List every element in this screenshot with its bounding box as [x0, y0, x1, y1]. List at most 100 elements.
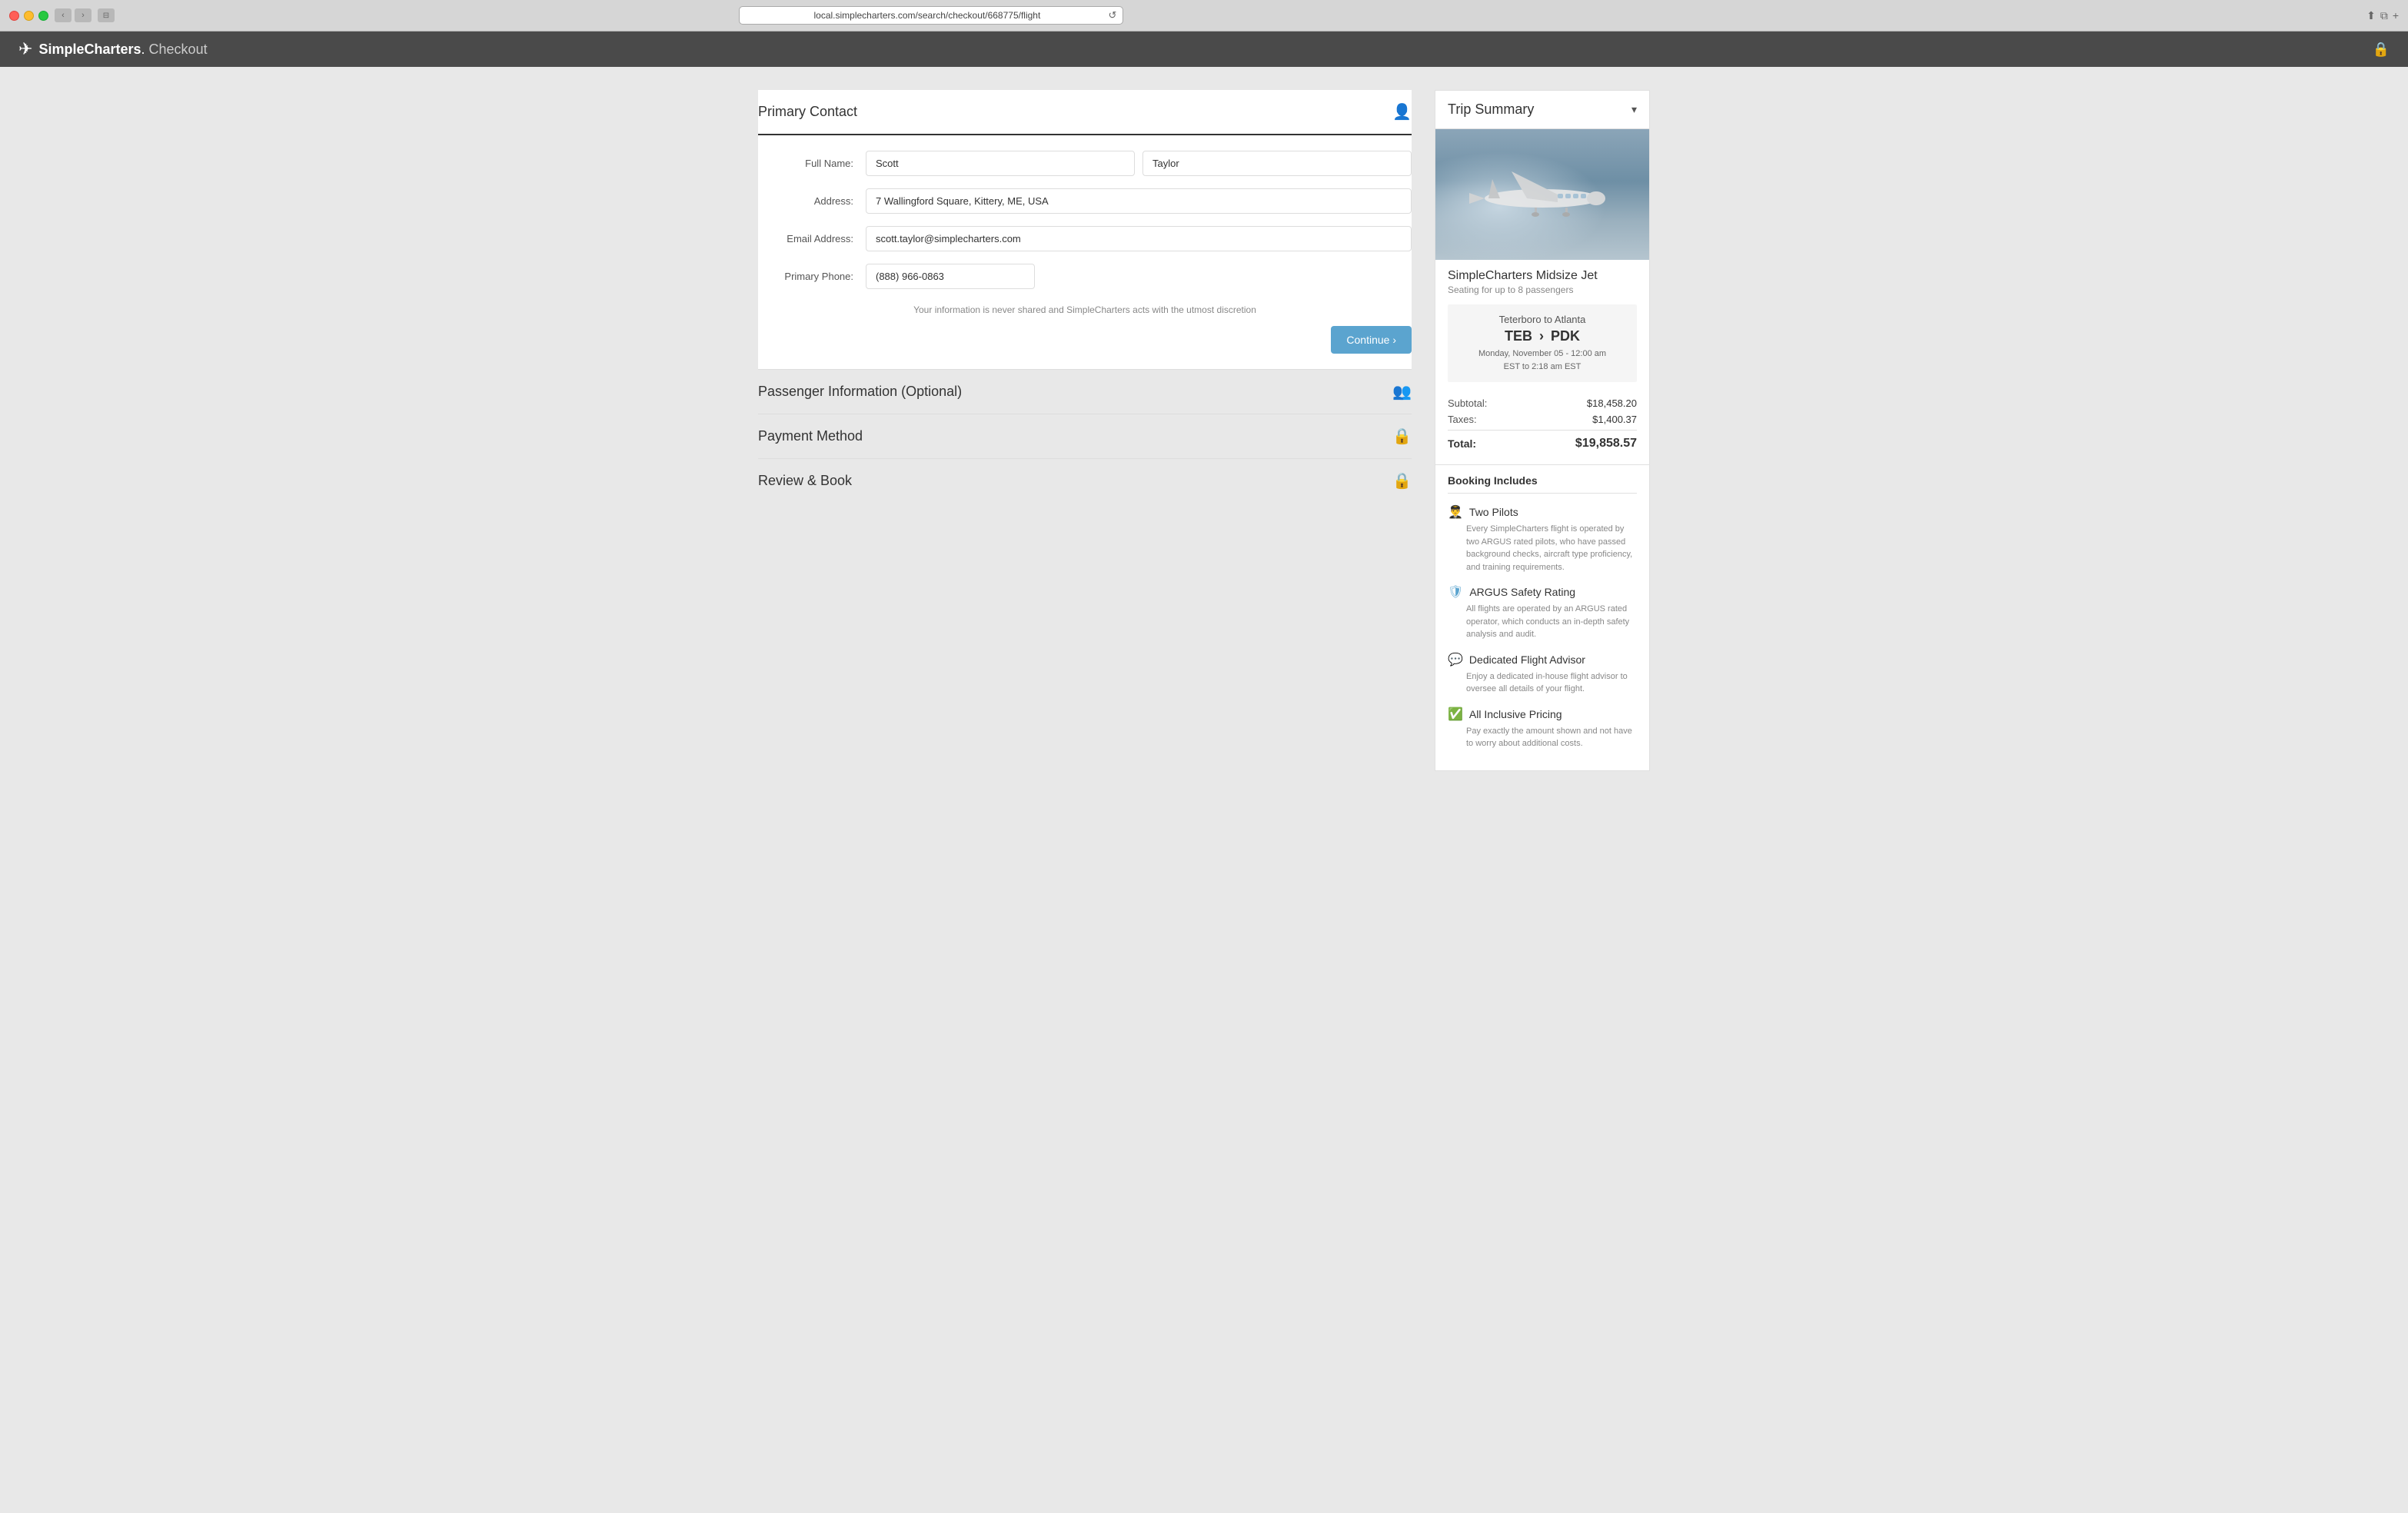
passenger-info-section[interactable]: Passenger Information (Optional) 👥: [758, 369, 1412, 414]
taxes-row: Taxes: $1,400.37: [1448, 414, 1637, 425]
contact-icon: 👤: [1392, 102, 1412, 121]
route-to: PDK: [1551, 328, 1580, 344]
url-text: local.simplecharters.com/search/checkout…: [746, 10, 1108, 21]
phone-input[interactable]: [866, 264, 1035, 289]
app-header: ✈ SimpleCharters. Checkout 🔒: [0, 32, 2408, 67]
total-value: $19,858.57: [1575, 437, 1637, 451]
argus-desc: All flights are operated by an ARGUS rat…: [1448, 603, 1637, 641]
jet-name: SimpleCharters Midsize Jet: [1448, 269, 1637, 283]
route-arrow-icon: ›: [1539, 328, 1544, 344]
sidebar-toggle-button[interactable]: ⊟: [98, 8, 115, 22]
primary-contact-title: Primary Contact: [758, 104, 857, 120]
booking-item-pilots: 👨‍✈️ Two Pilots Every SimpleCharters fli…: [1448, 504, 1637, 574]
email-input[interactable]: [866, 226, 1412, 251]
plane-image: [1435, 129, 1649, 260]
subtotal-row: Subtotal: $18,458.20: [1448, 397, 1637, 409]
pilots-title: Two Pilots: [1469, 506, 1518, 518]
traffic-lights: [9, 11, 48, 21]
passenger-info-title: Passenger Information (Optional): [758, 384, 962, 400]
phone-label: Primary Phone:: [758, 271, 866, 282]
phone-row: Primary Phone:: [758, 264, 1412, 289]
total-row: Total: $19,858.57: [1448, 430, 1637, 451]
forward-button[interactable]: ›: [75, 8, 91, 22]
route-codes: TEB › PDK: [1457, 328, 1628, 344]
pricing-section: Subtotal: $18,458.20 Taxes: $1,400.37 To…: [1435, 391, 1649, 464]
route-label: Teterboro to Atlanta: [1457, 314, 1628, 325]
booking-item-advisor: 💬 Dedicated Flight Advisor Enjoy a dedic…: [1448, 652, 1637, 696]
review-book-section[interactable]: Review & Book 🔒: [758, 458, 1412, 503]
pricing-icon: ✅: [1448, 707, 1463, 722]
flight-details-box: Teterboro to Atlanta TEB › PDK Monday, N…: [1448, 304, 1637, 382]
phone-inputs: [866, 264, 1412, 289]
full-name-row: Full Name:: [758, 151, 1412, 176]
header-lock-icon: 🔒: [2373, 42, 2390, 58]
pricing-title: All Inclusive Pricing: [1469, 708, 1562, 720]
booking-item-argus: 🛡 ARGUS Safety Rating All flights are op…: [1448, 584, 1637, 641]
close-button[interactable]: [9, 11, 19, 21]
trip-summary-title: Trip Summary: [1448, 101, 1534, 118]
primary-contact-section: Primary Contact 👤 Full Name: Address:: [758, 90, 1412, 369]
email-row: Email Address:: [758, 226, 1412, 251]
privacy-note: Your information is never shared and Sim…: [758, 301, 1412, 318]
nav-buttons: ‹ ›: [55, 8, 91, 22]
subtotal-value: $18,458.20: [1587, 397, 1637, 409]
booking-includes-title: Booking Includes: [1448, 474, 1637, 494]
address-inputs: [866, 188, 1412, 214]
share-button[interactable]: ⬆: [2366, 9, 2376, 22]
review-lock-icon: 🔒: [1392, 471, 1412, 490]
argus-title: ARGUS Safety Rating: [1469, 586, 1575, 598]
route-from: TEB: [1505, 328, 1532, 344]
booking-item-pricing: ✅ All Inclusive Pricing Pay exactly the …: [1448, 707, 1637, 750]
email-inputs: [866, 226, 1412, 251]
jet-seating: Seating for up to 8 passengers: [1448, 284, 1637, 295]
pilots-desc: Every SimpleCharters flight is operated …: [1448, 523, 1637, 574]
app-logo: ✈ SimpleCharters. Checkout: [18, 39, 208, 59]
add-tab-button[interactable]: +: [2393, 9, 2399, 22]
left-column: Primary Contact 👤 Full Name: Address:: [758, 90, 1412, 503]
full-name-inputs: [866, 151, 1412, 176]
advisor-icon: 💬: [1448, 652, 1463, 667]
advisor-desc: Enjoy a dedicated in-house flight adviso…: [1448, 670, 1637, 696]
logo-text: SimpleCharters. Checkout: [38, 42, 207, 58]
address-row: Address:: [758, 188, 1412, 214]
last-name-input[interactable]: [1142, 151, 1412, 176]
main-content: Primary Contact 👤 Full Name: Address:: [743, 67, 1665, 794]
taxes-label: Taxes:: [1448, 414, 1477, 425]
new-tab-button[interactable]: ⧉: [2380, 9, 2388, 22]
payment-method-section[interactable]: Payment Method 🔒: [758, 414, 1412, 458]
passenger-icon: 👥: [1392, 382, 1412, 401]
continue-row: Continue ›: [758, 326, 1412, 354]
jet-info: SimpleCharters Midsize Jet Seating for u…: [1435, 260, 1649, 304]
right-column: Trip Summary ▾: [1435, 90, 1650, 771]
logo-icon: ✈: [18, 39, 32, 59]
refresh-button[interactable]: ↺: [1108, 9, 1116, 22]
primary-contact-header: Primary Contact 👤: [758, 90, 1412, 135]
continue-button[interactable]: Continue ›: [1331, 326, 1412, 354]
chevron-down-icon: ▾: [1631, 103, 1637, 116]
pricing-desc: Pay exactly the amount shown and not hav…: [1448, 725, 1637, 750]
argus-icon: 🛡: [1448, 584, 1463, 600]
booking-includes: Booking Includes 👨‍✈️ Two Pilots Every S…: [1435, 464, 1649, 770]
minimize-button[interactable]: [24, 11, 34, 21]
trip-summary-header[interactable]: Trip Summary ▾: [1435, 91, 1649, 129]
flight-time: Monday, November 05 - 12:00 am EST to 2:…: [1457, 347, 1628, 373]
trip-summary-panel: Trip Summary ▾: [1435, 90, 1650, 771]
payment-method-title: Payment Method: [758, 428, 863, 444]
subtotal-label: Subtotal:: [1448, 397, 1487, 409]
review-book-title: Review & Book: [758, 473, 852, 489]
full-name-label: Full Name:: [758, 158, 866, 169]
back-button[interactable]: ‹: [55, 8, 72, 22]
total-label: Total:: [1448, 437, 1476, 450]
address-bar[interactable]: local.simplecharters.com/search/checkout…: [739, 6, 1123, 25]
advisor-title: Dedicated Flight Advisor: [1469, 653, 1585, 666]
email-label: Email Address:: [758, 233, 866, 244]
checkout-label: Checkout: [149, 42, 208, 57]
first-name-input[interactable]: [866, 151, 1135, 176]
plane-illustration: [1465, 164, 1619, 225]
address-input[interactable]: [866, 188, 1412, 214]
maximize-button[interactable]: [38, 11, 48, 21]
primary-contact-form: Full Name: Address: Email: [758, 135, 1412, 369]
browser-right-buttons: ⬆ ⧉ +: [2366, 9, 2399, 22]
taxes-value: $1,400.37: [1592, 414, 1637, 425]
pilots-icon: 👨‍✈️: [1448, 504, 1463, 520]
